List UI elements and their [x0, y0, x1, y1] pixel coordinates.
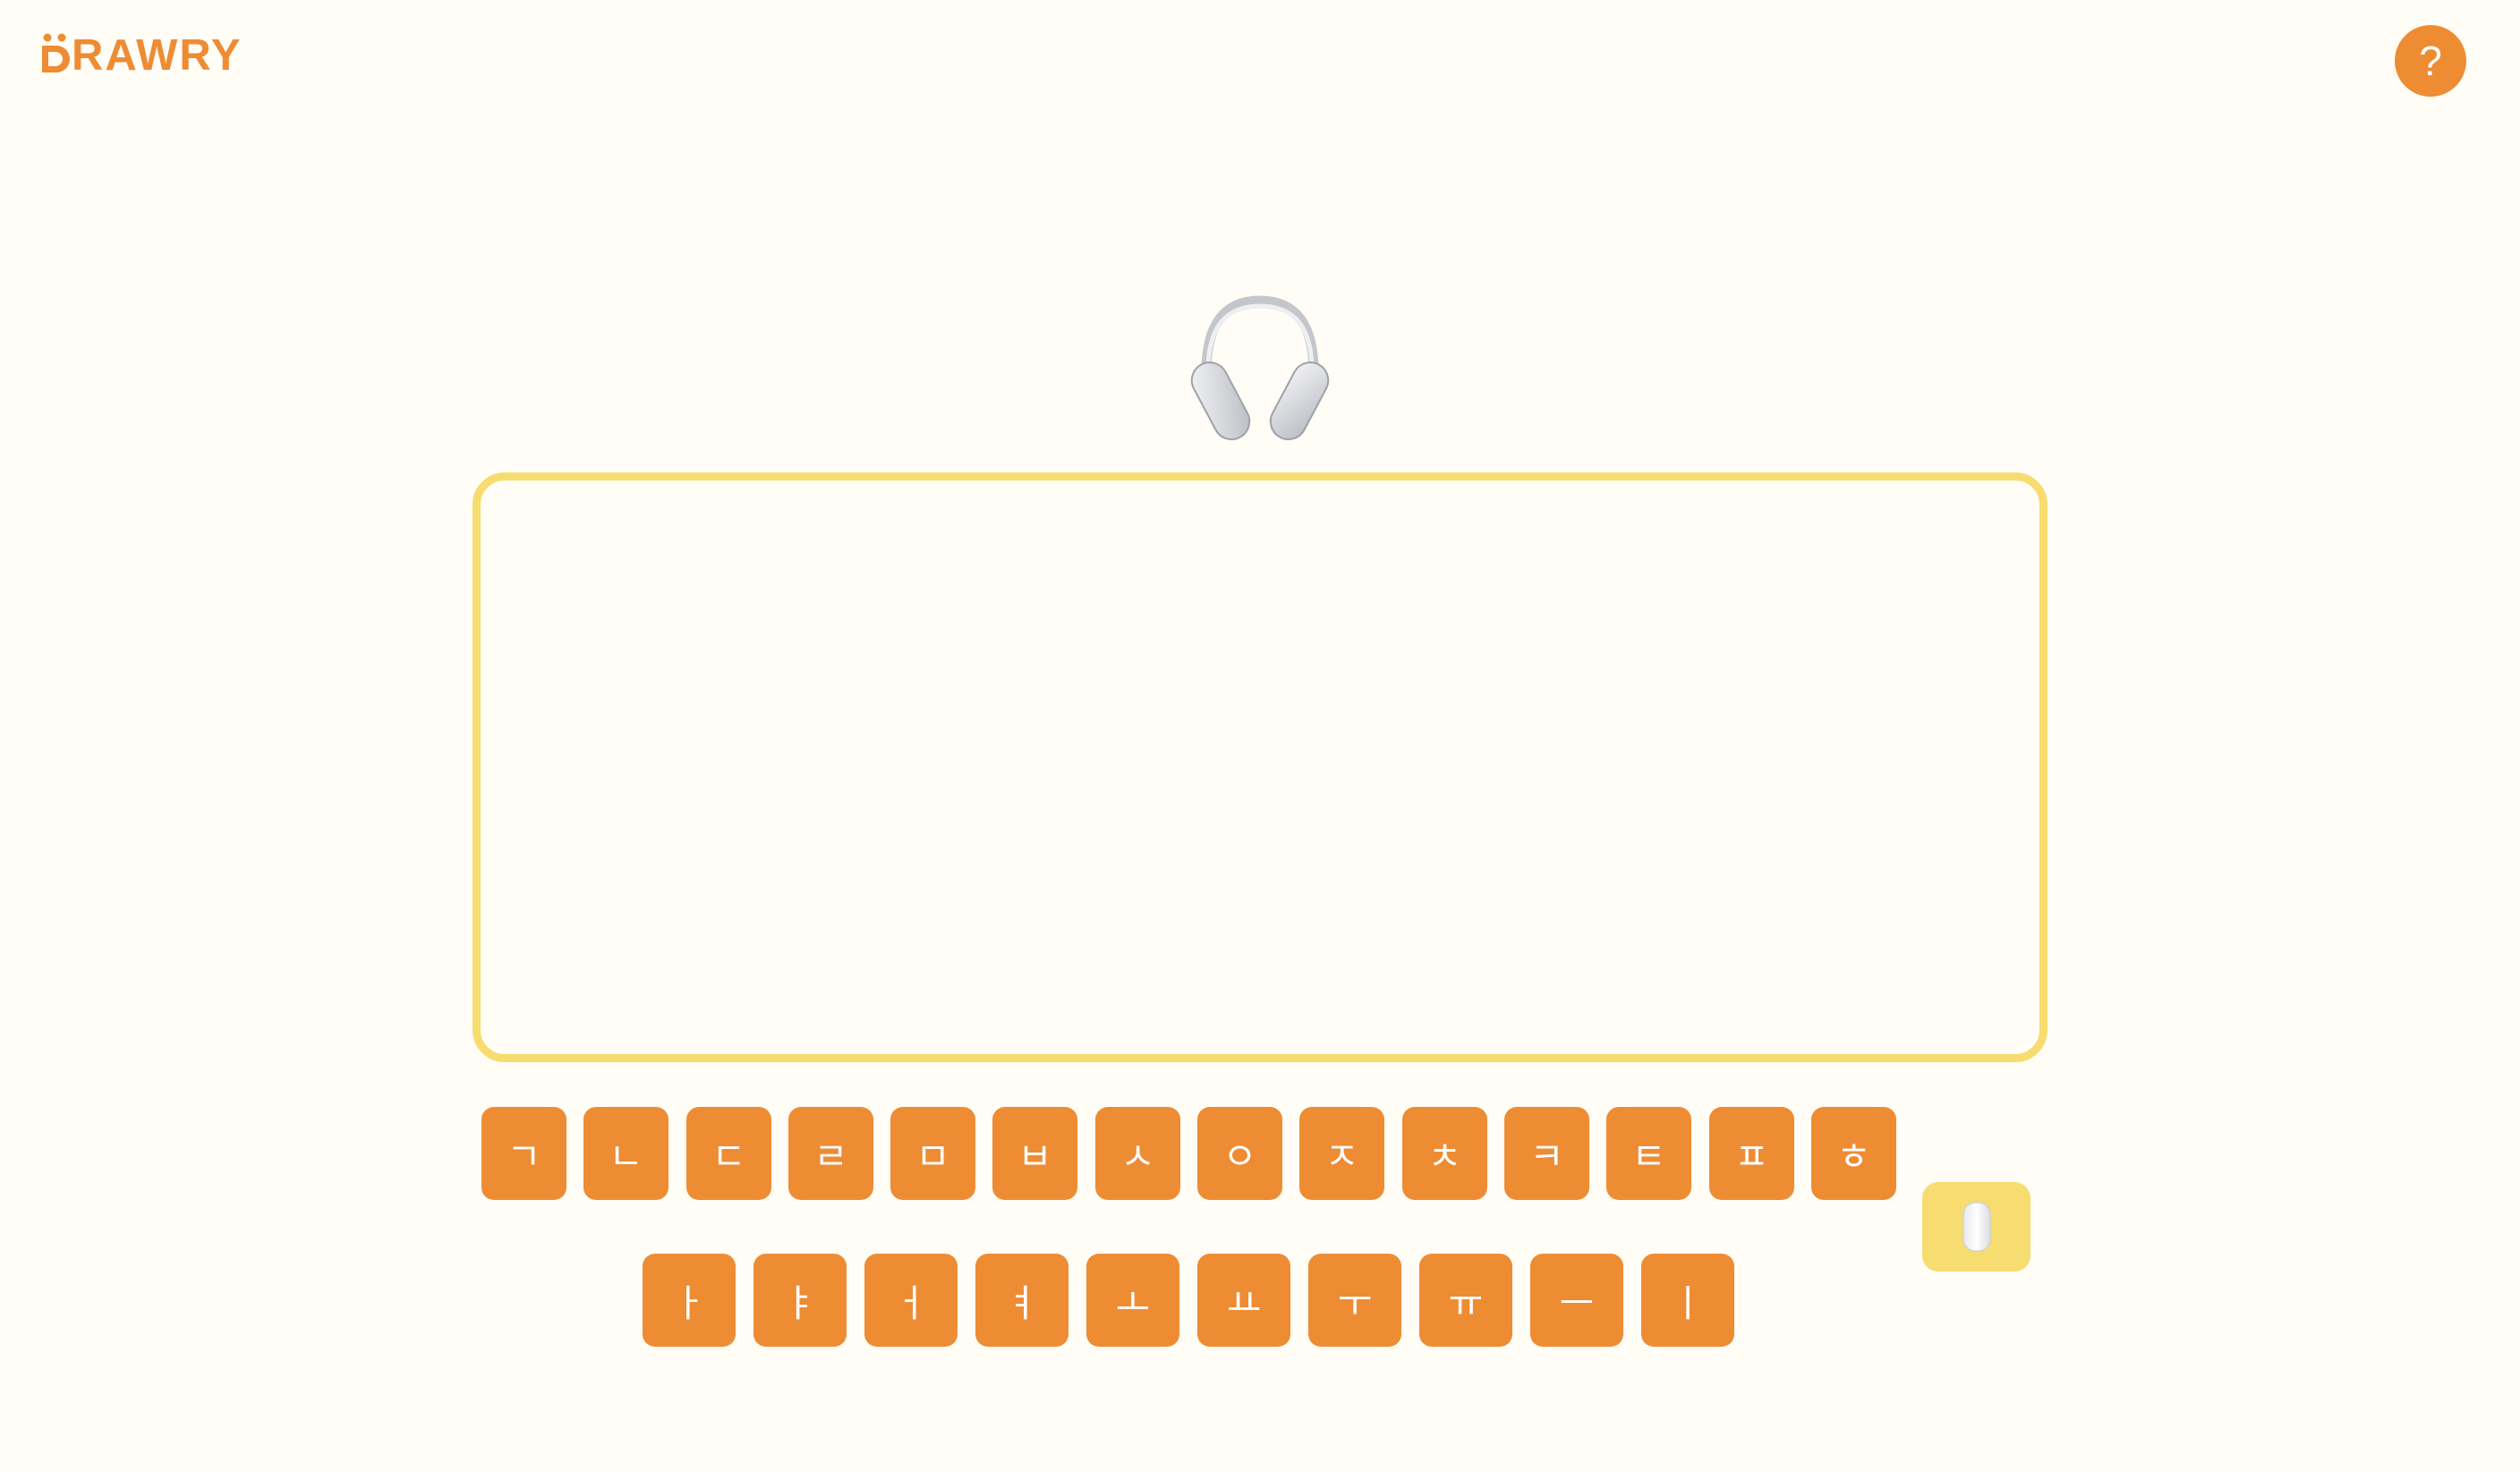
key-vowel-yeo[interactable]: ㅕ [975, 1254, 1068, 1347]
help-button[interactable]: ? [2395, 25, 2466, 97]
key-consonant-siot[interactable]: ㅅ [1095, 1107, 1180, 1200]
key-consonant-bieup[interactable]: ㅂ [992, 1107, 1077, 1200]
key-consonant-jieut[interactable]: ㅈ [1299, 1107, 1384, 1200]
key-vowel-eo[interactable]: ㅓ [864, 1254, 958, 1347]
key-consonant-hieut[interactable]: ㅎ [1811, 1107, 1896, 1200]
key-consonant-pieup[interactable]: ㅍ [1709, 1107, 1794, 1200]
key-consonant-giyeok[interactable]: ㄱ [481, 1107, 566, 1200]
page: RAWRY ? ㄱ ㄴ ㄷ ㄹ ㅁ ㅂ ㅅ ㅇ ㅈ ㅊ ㅋ ㅌ ㅍ ㅎ ㅏ ㅑ … [0, 0, 2520, 1472]
key-vowel-yo[interactable]: ㅛ [1197, 1254, 1290, 1347]
key-consonant-chieut[interactable]: ㅊ [1402, 1107, 1487, 1200]
eraser-icon [1962, 1202, 1991, 1252]
logo-text: RAWRY [72, 31, 243, 80]
key-consonant-ieung[interactable]: ㅇ [1197, 1107, 1282, 1200]
key-consonant-tieut[interactable]: ㅌ [1606, 1107, 1691, 1200]
key-vowel-yu[interactable]: ㅠ [1419, 1254, 1512, 1347]
key-consonant-digeut[interactable]: ㄷ [686, 1107, 771, 1200]
key-vowel-i[interactable]: ㅣ [1641, 1254, 1734, 1347]
key-vowel-o[interactable]: ㅗ [1086, 1254, 1179, 1347]
key-vowel-u[interactable]: ㅜ [1308, 1254, 1401, 1347]
key-consonant-nieun[interactable]: ㄴ [583, 1107, 668, 1200]
logo-mark-icon [42, 33, 70, 72]
key-consonant-mieum[interactable]: ㅁ [890, 1107, 975, 1200]
key-vowel-ya[interactable]: ㅑ [753, 1254, 847, 1347]
key-consonant-rieul[interactable]: ㄹ [788, 1107, 873, 1200]
drawing-canvas[interactable] [472, 472, 2048, 1062]
eraser-button[interactable] [1922, 1182, 2030, 1272]
key-vowel-eu[interactable]: ㅡ [1530, 1254, 1623, 1347]
key-vowel-a[interactable]: ㅏ [643, 1254, 736, 1347]
key-consonant-kieuk[interactable]: ㅋ [1504, 1107, 1589, 1200]
drawry-logo[interactable]: RAWRY [39, 32, 243, 79]
headphones-icon [1190, 295, 1330, 440]
